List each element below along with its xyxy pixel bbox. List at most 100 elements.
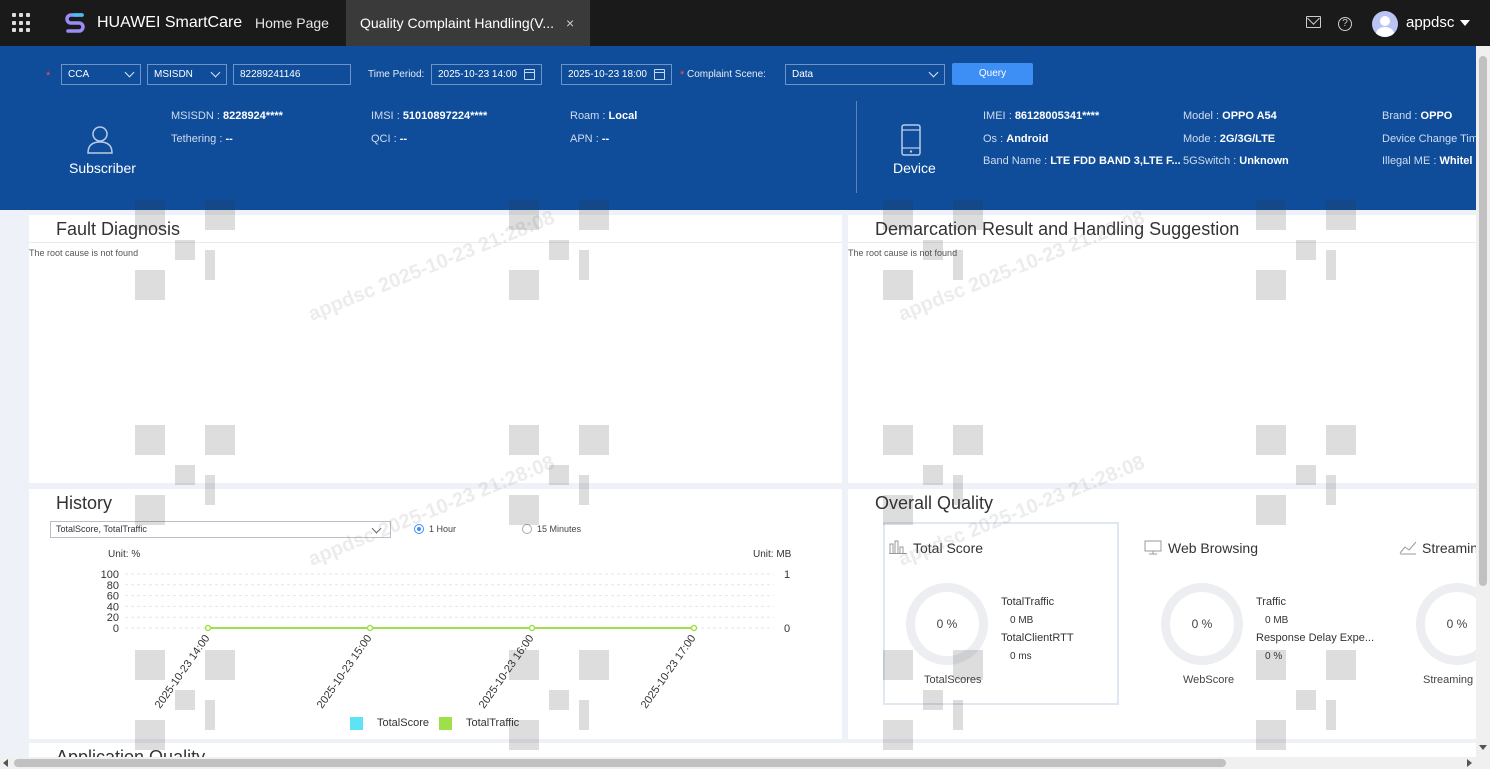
scroll-left-arrow-icon[interactable] (3, 759, 8, 767)
mail-icon[interactable] (1306, 16, 1321, 28)
tab-close-icon[interactable]: × (566, 0, 574, 46)
fault-diagnosis-message: The root cause is not found (29, 248, 139, 258)
field-apn: APN : -- (570, 133, 610, 145)
vertical-scroll-thumb[interactable] (1479, 56, 1487, 586)
x-tick-label: 2025-10-23 15:00 (315, 633, 375, 711)
tab-label: Quality Complaint Handling(V... (360, 15, 555, 31)
query-button[interactable]: Query (952, 63, 1033, 85)
field-illegal-me: Illegal ME : Whitel (1382, 155, 1473, 167)
id-input[interactable]: 82289241146 (233, 64, 351, 85)
field-roam: Roam : Local (570, 110, 638, 122)
field-brand: Brand : OPPO (1382, 110, 1453, 122)
id-type-select[interactable]: MSISDN (147, 64, 227, 85)
divider (29, 242, 842, 243)
avatar[interactable] (1372, 11, 1398, 37)
start-time-picker[interactable]: 2025-10-23 14:00 (431, 64, 542, 85)
web-traffic-label: Traffic (1256, 596, 1286, 608)
end-time-value: 2025-10-23 18:00 (568, 69, 647, 80)
application-quality-panel: Application Quality (29, 743, 1476, 757)
total-score-caption: TotalScores (924, 674, 982, 686)
total-score-title: Total Score (913, 540, 984, 556)
user-icon (87, 126, 113, 154)
data-point-totaltraffic (204, 624, 212, 632)
calendar-icon (524, 69, 535, 80)
radio-1-hour[interactable] (414, 524, 424, 534)
field-qci: QCI : -- (371, 133, 408, 145)
complaint-scene-label: Complaint Scene: (687, 69, 766, 80)
field-device-change-time: Device Change Tim (1382, 133, 1476, 145)
horizontal-scrollbar[interactable] (0, 757, 1490, 769)
left-unit-label: Unit: % (108, 549, 141, 560)
scroll-right-arrow-icon[interactable] (1467, 759, 1472, 767)
total-traffic-label: TotalTraffic (1001, 596, 1055, 608)
history-metric-value: TotalScore, TotalTraffic (56, 524, 147, 534)
application-quality-title: Application Quality (56, 747, 206, 757)
history-metric-select[interactable]: TotalScore, TotalTraffic (50, 521, 391, 538)
phone-icon (901, 124, 921, 156)
radio-15-minutes-label: 15 Minutes (537, 524, 582, 534)
web-score-caption: WebScore (1183, 674, 1235, 686)
caret-down-icon[interactable] (1460, 20, 1470, 26)
response-delay-value: 0 % (1265, 651, 1283, 662)
time-period-label: Time Period: (368, 69, 425, 80)
field-5g-switch: 5GSwitch : Unknown (1183, 155, 1289, 167)
app-grid-icon[interactable] (12, 13, 32, 33)
x-tick-label: 2025-10-23 16:00 (477, 633, 537, 711)
web-browsing-title[interactable]: Web Browsing (1168, 540, 1258, 556)
help-icon[interactable]: ? (1338, 17, 1352, 31)
chevron-down-icon (371, 523, 382, 534)
top-bar: HUAWEI SmartCare Home Page Quality Compl… (0, 0, 1490, 46)
smartcare-logo (65, 13, 85, 33)
start-time-value: 2025-10-23 14:00 (438, 69, 517, 80)
tab-quality-complaint-handling[interactable]: Quality Complaint Handling(V... (346, 0, 590, 46)
username[interactable]: appdsc (1406, 14, 1454, 31)
field-mode: Mode : 2G/3G/LTE (1183, 133, 1276, 145)
web-traffic-value: 0 MB (1265, 615, 1289, 626)
horizontal-scroll-thumb[interactable] (14, 759, 1226, 767)
field-band-name: Band Name : LTE FDD BAND 3,LTE F... (983, 155, 1181, 167)
radio-1-hour-label: 1 Hour (429, 524, 457, 534)
complaint-scene-select[interactable]: Data (785, 64, 945, 85)
brand-name: HUAWEI SmartCare (97, 14, 243, 31)
bar-chart-icon (889, 540, 907, 554)
type-select-value: CCA (68, 69, 90, 80)
chevron-down-icon (928, 67, 939, 78)
tab-home-page[interactable]: Home Page (240, 0, 344, 46)
header-divider (856, 101, 857, 193)
field-tethering: Tethering : -- (171, 133, 233, 145)
y-left-tick-label: 0 (113, 623, 119, 635)
streaming-caption: Streaming (1423, 674, 1474, 686)
field-model: Model : OPPO A54 (1183, 110, 1277, 122)
total-score-value: 0 % (936, 617, 958, 631)
history-chart: 100806040200102025-10-23 14:00 2025-10-23… (101, 569, 790, 711)
field-imsi: IMSI : 51010897224**** (371, 110, 488, 122)
radio-15-minutes[interactable] (522, 524, 532, 534)
scroll-down-arrow-icon[interactable] (1479, 745, 1487, 750)
total-client-rtt-label: TotalClientRTT (1001, 632, 1074, 644)
response-delay-label: Response Delay Expe... (1256, 632, 1375, 644)
fault-diagnosis-title: Fault Diagnosis (56, 219, 181, 239)
id-type-select-value: MSISDN (154, 69, 193, 80)
legend-totalscore-label: TotalScore (377, 717, 429, 729)
history-title: History (56, 493, 113, 513)
x-tick-label: 2025-10-23 14:00 (153, 633, 213, 711)
chevron-down-icon (124, 67, 135, 78)
end-time-picker[interactable]: 2025-10-23 18:00 (561, 64, 672, 85)
legend-totaltraffic-swatch (439, 717, 452, 730)
streaming-title[interactable]: Streamin (1422, 540, 1476, 556)
data-point-totaltraffic (528, 624, 536, 632)
field-imei: IMEI : 86128005341**** (983, 110, 1100, 122)
overall-quality-title: Overall Quality (875, 493, 994, 513)
total-client-rtt-value: 0 ms (1010, 651, 1032, 662)
required-mark: * (46, 70, 51, 82)
complaint-scene-value: Data (792, 69, 814, 80)
web-score-value: 0 % (1191, 617, 1213, 631)
type-select[interactable]: CCA (61, 64, 141, 85)
divider (848, 242, 1476, 243)
y-right-tick-label: 0 (784, 623, 790, 635)
required-mark: * (680, 69, 685, 81)
fault-diagnosis-panel (29, 215, 842, 483)
vertical-scrollbar[interactable] (1476, 46, 1490, 757)
data-point-totaltraffic (366, 624, 374, 632)
subscriber-title: Subscriber (69, 160, 136, 176)
